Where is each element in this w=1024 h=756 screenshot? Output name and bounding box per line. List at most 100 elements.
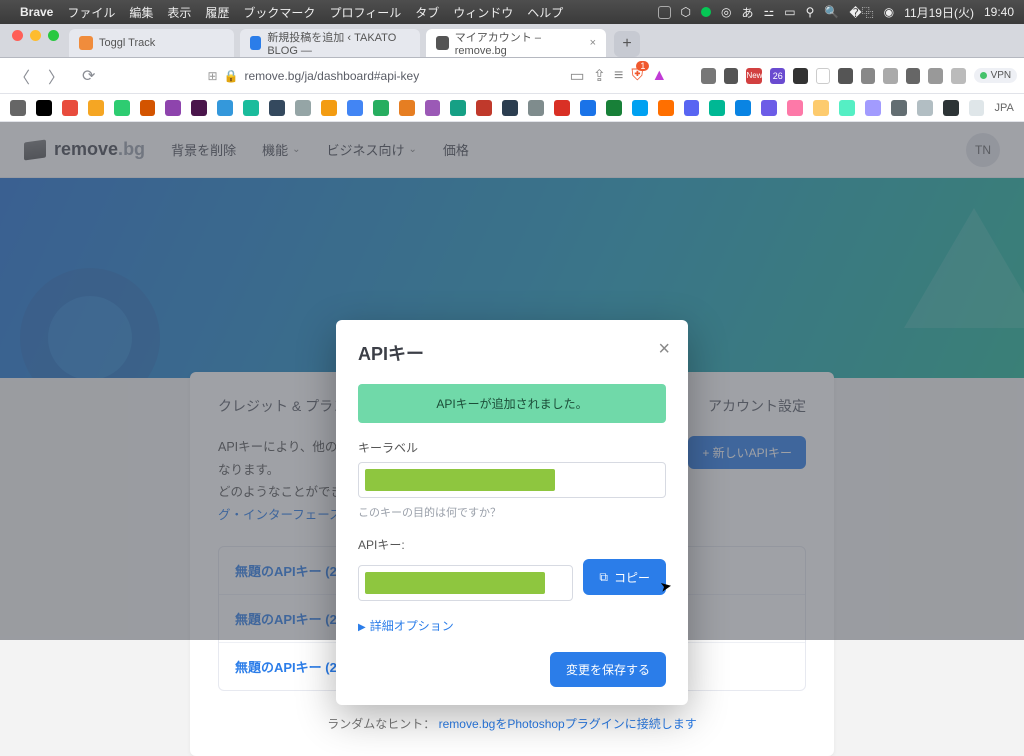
extension-icon[interactable]: [861, 68, 876, 84]
bookmark-item[interactable]: [10, 100, 26, 116]
wifi-icon[interactable]: ⚲: [806, 5, 815, 19]
new-tab-button[interactable]: +: [614, 31, 640, 57]
bookmark-item[interactable]: [684, 100, 700, 116]
menu-tab[interactable]: タブ: [415, 4, 439, 21]
menubar-date[interactable]: 11月19日(火): [904, 4, 974, 21]
bookmark-item[interactable]: [165, 100, 181, 116]
nav-reload-icon[interactable]: ⟳: [78, 66, 99, 86]
bookmark-item[interactable]: [476, 100, 492, 116]
bookmark-item[interactable]: JPA: [994, 102, 1013, 114]
bookmark-item[interactable]: [709, 100, 725, 116]
bookmark-item[interactable]: [88, 100, 104, 116]
bookmark-item[interactable]: [347, 100, 363, 116]
bookmark-item[interactable]: [839, 100, 855, 116]
site-settings-icon[interactable]: ⊞: [207, 69, 217, 83]
spotlight-icon[interactable]: 🔍: [824, 5, 839, 19]
window-zoom[interactable]: [48, 30, 59, 41]
tab-close-icon[interactable]: ×: [590, 37, 596, 49]
extension-icon[interactable]: New: [746, 68, 762, 84]
menu-app[interactable]: Brave: [20, 5, 53, 19]
bookmark-item[interactable]: [321, 100, 337, 116]
menu-profile[interactable]: プロフィール: [329, 4, 401, 21]
bookmark-item[interactable]: [632, 100, 648, 116]
bookmark-item[interactable]: [528, 100, 544, 116]
window-close[interactable]: [12, 30, 23, 41]
bookmark-item[interactable]: [114, 100, 130, 116]
bookmark-item[interactable]: [191, 100, 207, 116]
window-minimize[interactable]: [30, 30, 41, 41]
battery-icon[interactable]: ▭: [784, 5, 795, 19]
bookmark-item[interactable]: [140, 100, 156, 116]
copy-button[interactable]: ⧉ コピー: [583, 559, 666, 595]
browser-tab[interactable]: Toggl Track: [69, 29, 234, 57]
bookmark-item[interactable]: [36, 100, 52, 116]
hint-link[interactable]: remove.bgをPhotoshopプラグインに接続します: [439, 717, 697, 731]
extension-icon[interactable]: [906, 68, 921, 84]
address-bar[interactable]: ⊞ 🔒 remove.bg/ja/dashboard#api-key: [199, 64, 559, 88]
bookmark-item[interactable]: [62, 100, 78, 116]
bookmark-item[interactable]: [399, 100, 415, 116]
key-label-input[interactable]: [358, 462, 666, 498]
bookmark-item[interactable]: [425, 100, 441, 116]
line-icon[interactable]: [701, 7, 711, 17]
bookmark-item[interactable]: [373, 100, 389, 116]
browser-tab[interactable]: 新規投稿を追加 ‹ TAKATO BLOG —: [240, 29, 420, 57]
bookmark-item[interactable]: [450, 100, 466, 116]
api-key-input[interactable]: [358, 565, 573, 601]
bookmark-item[interactable]: [606, 100, 622, 116]
extension-icon[interactable]: [928, 68, 943, 84]
ime-indicator[interactable]: あ: [741, 4, 753, 21]
extension-icon[interactable]: 26: [770, 68, 785, 84]
extension-icon[interactable]: [793, 68, 808, 84]
bookmark-item[interactable]: [295, 100, 311, 116]
bookmark-item[interactable]: [787, 100, 803, 116]
bookmark-item[interactable]: [865, 100, 881, 116]
share-icon[interactable]: ⇪: [593, 66, 606, 86]
status-icon[interactable]: ◎: [721, 5, 731, 19]
siri-icon[interactable]: ◉: [884, 5, 894, 19]
bookmark-item[interactable]: [813, 100, 829, 116]
advanced-options-toggle[interactable]: ▶詳細オプション: [358, 617, 666, 634]
extension-icon[interactable]: [951, 68, 966, 84]
extension-icon[interactable]: [701, 68, 716, 84]
responsive-icon[interactable]: ▭: [569, 66, 584, 86]
menu-history[interactable]: 履歴: [205, 4, 229, 21]
bookmark-item[interactable]: [502, 100, 518, 116]
status-icon[interactable]: [658, 6, 671, 19]
menubar-time[interactable]: 19:40: [984, 5, 1014, 19]
menu-bookmarks[interactable]: ブックマーク: [243, 4, 315, 21]
bookmark-item[interactable]: [735, 100, 751, 116]
menu-file[interactable]: ファイル: [67, 4, 115, 21]
menu-help[interactable]: ヘルプ: [527, 4, 563, 21]
browser-tab-active[interactable]: マイアカウント – remove.bg ×: [426, 29, 606, 57]
control-center-icon[interactable]: �⿻: [849, 4, 873, 21]
extension-icon[interactable]: [724, 68, 739, 84]
bookmark-item[interactable]: [969, 100, 985, 116]
bookmark-item[interactable]: [217, 100, 233, 116]
bookmark-item[interactable]: [917, 100, 933, 116]
vpn-indicator[interactable]: VPN: [974, 68, 1018, 83]
extension-icon[interactable]: [883, 68, 898, 84]
bookmark-item[interactable]: [761, 100, 777, 116]
nav-back-icon[interactable]: 〈: [10, 64, 34, 88]
nav-forward-icon[interactable]: 〉: [44, 64, 68, 88]
reader-icon[interactable]: ≡: [614, 67, 623, 85]
menu-edit[interactable]: 編集: [129, 4, 153, 21]
bookmark-item[interactable]: [269, 100, 285, 116]
bookmark-item[interactable]: [943, 100, 959, 116]
bookmark-item[interactable]: [243, 100, 259, 116]
extension-icon[interactable]: [816, 68, 831, 84]
extension-icon[interactable]: [838, 68, 853, 84]
brave-rewards-icon[interactable]: ▲: [651, 67, 667, 85]
menu-view[interactable]: 表示: [167, 4, 191, 21]
brave-shield-icon[interactable]: ⛨1: [631, 67, 643, 85]
status-icon[interactable]: ⬡: [681, 5, 691, 19]
menu-window[interactable]: ウィンドウ: [453, 4, 513, 21]
bookmark-item[interactable]: [580, 100, 596, 116]
modal-close-icon[interactable]: ×: [658, 338, 670, 361]
bookmark-item[interactable]: [658, 100, 674, 116]
bookmark-item[interactable]: [891, 100, 907, 116]
bluetooth-icon[interactable]: ⚍: [764, 5, 775, 19]
save-button[interactable]: 変更を保存する: [550, 652, 666, 687]
bookmark-item[interactable]: [554, 100, 570, 116]
